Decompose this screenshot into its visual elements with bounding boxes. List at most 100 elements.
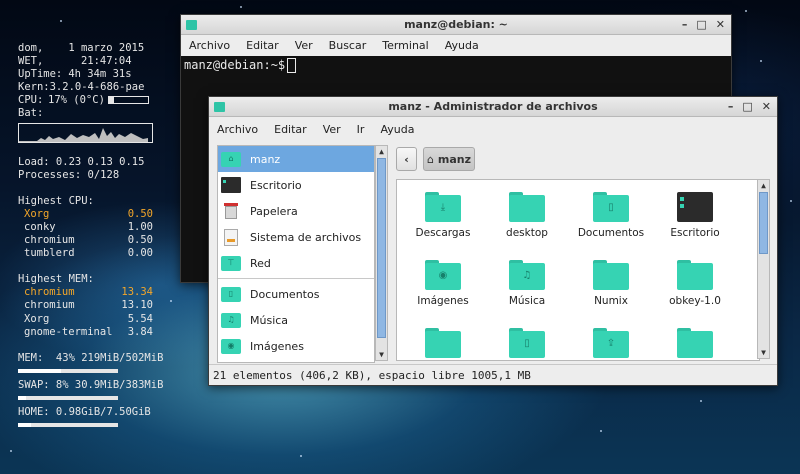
load-average: Load: 0.23 0.13 0.15	[18, 155, 145, 168]
place-musica[interactable]: ♫ Música	[218, 307, 374, 333]
place-label: manz	[250, 152, 281, 166]
process-count: Processes: 0/128	[18, 168, 120, 181]
place-red[interactable]: ⊤ Red	[218, 250, 374, 276]
menu-ir[interactable]: Ir	[349, 123, 373, 136]
place-label: Red	[250, 256, 271, 270]
item-folder[interactable]: ⇪	[567, 328, 655, 360]
pictures-folder-icon: ◉	[221, 337, 241, 355]
minimize-icon[interactable]: –	[728, 100, 734, 113]
window-buttons: – □ ✕	[682, 18, 725, 31]
item-descargas[interactable]: ⤓ Descargas	[399, 192, 487, 239]
proc-name: chromium	[24, 234, 75, 247]
place-label: Documentos	[250, 287, 320, 301]
music-folder-icon: ♫	[509, 260, 545, 290]
network-folder-icon: ⊤	[221, 254, 241, 272]
documents-folder-icon: ▯	[221, 285, 241, 303]
cpu-proc-row: Xorg 0.50	[18, 208, 153, 221]
item-folder[interactable]	[651, 328, 739, 360]
item-label: Escritorio	[670, 227, 720, 239]
scroll-down-arrow-icon[interactable]: ▼	[376, 349, 387, 360]
home-usage: HOME: 0.98GiB/7.50GiB	[18, 405, 151, 418]
terminal-title: manz@debian: ~	[404, 18, 508, 31]
menu-ayuda[interactable]: Ayuda	[372, 123, 422, 136]
item-desktop[interactable]: desktop	[483, 192, 571, 239]
star	[240, 6, 242, 8]
place-sistema-de-archivos[interactable]: Sistema de archivos	[218, 224, 374, 250]
icon-view: ⤓ Descargas desktop ▯ Documentos Escritori…	[396, 179, 760, 361]
icon-view-scrollbar[interactable]: ▲ ▼	[757, 179, 770, 359]
terminal-app-icon	[186, 19, 197, 30]
highest-mem-title: Highest MEM:	[18, 273, 94, 286]
places-sidebar: ⌂ manz Escritorio Papelera Sistema de arc…	[217, 145, 375, 363]
back-button[interactable]: ‹	[396, 147, 417, 171]
item-label: desktop	[506, 227, 548, 239]
scroll-up-arrow-icon[interactable]: ▲	[376, 146, 387, 157]
place-documentos[interactable]: ▯ Documentos	[218, 281, 374, 307]
item-folder[interactable]: ▯	[483, 328, 571, 360]
menu-terminal[interactable]: Terminal	[374, 39, 437, 52]
place-label: Sistema de archivos	[250, 230, 362, 244]
scrollbar-thumb[interactable]	[759, 192, 768, 254]
conky-value: 3.2.0-4-686-pae	[49, 81, 145, 94]
fm-menubar: Archivo Editar Ver Ir Ayuda	[209, 117, 777, 142]
item-folder[interactable]	[399, 328, 487, 360]
menu-ver[interactable]: Ver	[315, 123, 349, 136]
scrollbar-thumb[interactable]	[377, 158, 386, 338]
menu-editar[interactable]: Editar	[266, 123, 315, 136]
item-documentos[interactable]: ▯ Documentos	[567, 192, 655, 239]
maximize-icon[interactable]: □	[742, 100, 752, 113]
item-label: Documentos	[577, 227, 645, 239]
close-icon[interactable]: ✕	[762, 100, 771, 113]
proc-name: chromium	[24, 286, 75, 299]
proc-value: 13.34	[121, 286, 153, 299]
maximize-icon[interactable]: □	[696, 18, 706, 31]
menu-archivo[interactable]: Archivo	[209, 123, 266, 136]
file-manager-window[interactable]: manz - Administrador de archivos – □ ✕ A…	[208, 96, 778, 386]
mem-proc-row: gnome-terminal 3.84	[18, 326, 153, 339]
item-obkey[interactable]: obkey-1.0	[651, 260, 739, 307]
place-papelera[interactable]: Papelera	[218, 198, 374, 224]
conky-label: CPU:	[18, 94, 44, 107]
menu-archivo[interactable]: Archivo	[181, 39, 238, 52]
menu-ayuda[interactable]: Ayuda	[437, 39, 487, 52]
place-imagenes[interactable]: ◉ Imágenes	[218, 333, 374, 359]
terminal-menubar: Archivo Editar Ver Buscar Terminal Ayuda	[181, 35, 731, 56]
menu-editar[interactable]: Editar	[238, 39, 287, 52]
item-label: Imágenes	[417, 295, 469, 307]
star	[700, 400, 702, 402]
menu-buscar[interactable]: Buscar	[321, 39, 375, 52]
mem-bar	[18, 368, 118, 373]
sidebar-separator	[218, 278, 374, 279]
home-folder-icon: ⌂	[221, 150, 241, 168]
star	[760, 60, 762, 62]
swap-bar	[18, 395, 118, 400]
scroll-up-arrow-icon[interactable]: ▲	[758, 180, 769, 191]
fm-titlebar[interactable]: manz - Administrador de archivos – □ ✕	[209, 97, 777, 117]
place-manz[interactable]: ⌂ manz	[218, 146, 374, 172]
download-folder-icon: ⤓	[425, 192, 461, 222]
item-label: obkey-1.0	[669, 295, 721, 307]
proc-value: 13.10	[121, 299, 153, 312]
proc-value: 3.84	[127, 325, 153, 338]
menu-ver[interactable]: Ver	[287, 39, 321, 52]
minimize-icon[interactable]: –	[682, 18, 688, 31]
item-musica[interactable]: ♫ Música	[483, 260, 571, 307]
place-escritorio[interactable]: Escritorio	[218, 172, 374, 198]
item-imagenes[interactable]: ◉ Imágenes	[399, 260, 487, 307]
cpu-proc-row: chromium 0.50	[18, 234, 153, 247]
star	[60, 20, 62, 22]
star	[600, 430, 602, 432]
mem-proc-row: chromium 13.34	[18, 286, 153, 299]
window-buttons: – □ ✕	[728, 100, 771, 113]
item-numix[interactable]: Numix	[567, 260, 655, 307]
scroll-down-arrow-icon[interactable]: ▼	[758, 347, 769, 358]
close-icon[interactable]: ✕	[716, 18, 725, 31]
sidebar-scrollbar[interactable]: ▲ ▼	[375, 145, 388, 361]
proc-name: gnome-terminal	[24, 325, 113, 338]
proc-value: 1.00	[127, 220, 153, 233]
path-button-manz[interactable]: ⌂ manz	[423, 147, 475, 171]
item-escritorio[interactable]: Escritorio	[651, 192, 739, 239]
path-button-label: manz	[437, 152, 472, 166]
home-bar	[18, 422, 118, 427]
terminal-titlebar[interactable]: manz@debian: ~ – □ ✕	[181, 15, 731, 35]
